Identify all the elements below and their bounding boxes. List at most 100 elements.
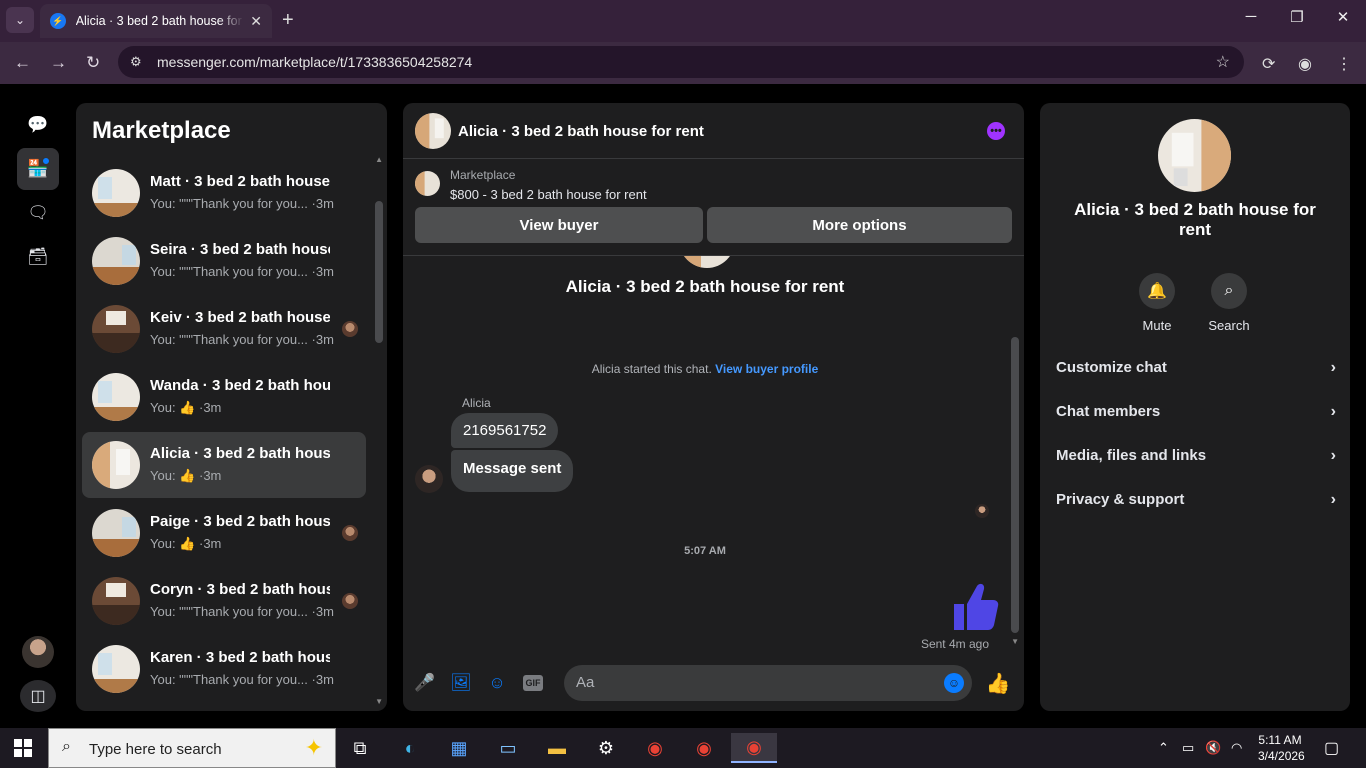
like-icon[interactable]: 👍 bbox=[986, 672, 1011, 695]
file-explorer-icon[interactable]: ▬ bbox=[537, 733, 577, 763]
row-label: Chat members bbox=[1056, 403, 1161, 420]
conversation-item[interactable]: Wanda · 3 bed 2 bath house for rent You: … bbox=[82, 364, 366, 430]
extension-icon[interactable]: ⟳ bbox=[1262, 54, 1275, 74]
conversation-item[interactable]: Coryn · 3 bed 2 bath house for rent You: … bbox=[82, 568, 366, 634]
battery-icon[interactable]: ▭ bbox=[1182, 740, 1194, 756]
chat-panel: Alicia · 3 bed 2 bath house for rent •••… bbox=[403, 103, 1024, 711]
new-tab-button[interactable]: + bbox=[282, 9, 294, 32]
scroll-down-icon[interactable]: ▼ bbox=[375, 697, 383, 706]
notifications-icon[interactable]: ▢ bbox=[1324, 738, 1339, 758]
tab-close-icon[interactable]: ✕ bbox=[250, 13, 262, 30]
more-info-icon[interactable]: ••• bbox=[987, 122, 1005, 140]
requests-icon[interactable]: 🗨 bbox=[17, 192, 59, 234]
unread-dot bbox=[42, 157, 50, 165]
photo-icon[interactable]: 🖼 bbox=[450, 672, 472, 694]
message-bubble[interactable]: Message sent bbox=[451, 450, 574, 492]
marketplace-icon[interactable]: 🏪 bbox=[17, 148, 59, 190]
conversation-name: Alicia · 3 bed 2 bath house for rent bbox=[150, 445, 330, 462]
bell-icon[interactable]: 🔔 bbox=[1139, 273, 1175, 309]
user-avatar[interactable] bbox=[22, 636, 54, 668]
chat-members-row[interactable]: Chat members › bbox=[1056, 403, 1336, 431]
copilot-sparkle-icon[interactable]: ✦ bbox=[305, 735, 323, 761]
conversation-item[interactable]: Matt · 3 bed 2 bath house for rent You: "… bbox=[82, 160, 366, 226]
profile-icon[interactable]: ◉ bbox=[1298, 54, 1312, 74]
sender-avatar[interactable] bbox=[415, 465, 443, 493]
back-arrow-icon[interactable]: ← bbox=[14, 53, 31, 73]
conversation-name: Karen · 3 bed 2 bath house for rent bbox=[150, 649, 330, 666]
clock[interactable]: 5:11 AM 3/4/2026 bbox=[1258, 732, 1305, 764]
forward-arrow-icon[interactable]: → bbox=[50, 53, 67, 73]
chrome-profile-icon[interactable]: ◉ bbox=[684, 733, 724, 763]
customize-chat-row[interactable]: Customize chat › bbox=[1056, 359, 1336, 387]
chats-icon[interactable]: 💬 bbox=[17, 104, 59, 146]
intro-title: Alicia · 3 bed 2 bath house for rent bbox=[565, 277, 845, 296]
privacy-support-row[interactable]: Privacy & support › bbox=[1056, 491, 1336, 519]
scroll-up-icon[interactable]: ▲ bbox=[375, 155, 383, 164]
site-info-icon[interactable]: ⚙ bbox=[130, 54, 142, 70]
chat-scrollbar[interactable] bbox=[1011, 337, 1019, 633]
listing-thumbnail bbox=[92, 373, 140, 421]
conversation-item[interactable]: Karen · 3 bed 2 bath house for rent You: … bbox=[82, 636, 366, 702]
row-label: Customize chat bbox=[1056, 359, 1167, 376]
app-icon[interactable]: ▭ bbox=[488, 733, 528, 763]
conversation-item[interactable]: Alicia · 3 bed 2 bath house for rent You:… bbox=[82, 432, 366, 498]
view-buyer-profile-link[interactable]: View buyer profile bbox=[715, 362, 818, 376]
bookmark-star-icon[interactable]: ☆ bbox=[1216, 52, 1230, 72]
read-receipt-avatar bbox=[975, 504, 989, 518]
search-icon[interactable]: ⌕ bbox=[1211, 273, 1247, 309]
scrollbar[interactable] bbox=[375, 201, 383, 343]
info-title: Alicia · 3 bed 2 bath house for rent bbox=[1074, 200, 1316, 239]
edge-icon[interactable]: ◐ bbox=[390, 733, 430, 763]
chat-title[interactable]: Alicia · 3 bed 2 bath house for rent bbox=[458, 123, 704, 140]
settings-icon[interactable]: ⚙ bbox=[586, 733, 626, 763]
listing-title[interactable]: $800 - 3 bed 2 bath house for rent bbox=[450, 187, 647, 202]
conversation-item[interactable]: Keiv · 3 bed 2 bath house for rent You: "… bbox=[82, 296, 366, 362]
chevron-right-icon: › bbox=[1330, 359, 1336, 376]
sticker-icon[interactable]: ☺ bbox=[486, 672, 508, 694]
search-button[interactable]: ⌕ Search bbox=[1199, 273, 1259, 333]
listing-thumbnail bbox=[92, 509, 140, 557]
conversation-name: Coryn · 3 bed 2 bath house for rent bbox=[150, 581, 330, 598]
volume-muted-icon[interactable]: 🔇 bbox=[1205, 740, 1221, 756]
task-view-icon[interactable]: ⧉ bbox=[340, 733, 380, 763]
conversation-name: Keiv · 3 bed 2 bath house for rent bbox=[150, 309, 330, 326]
windows-start-icon[interactable] bbox=[14, 739, 32, 757]
microphone-icon[interactable]: 🎤 bbox=[414, 672, 436, 694]
message-input[interactable]: Aa ☺ bbox=[564, 665, 972, 701]
window-close-button[interactable]: ✕ bbox=[1320, 8, 1366, 26]
url-text[interactable]: messenger.com/marketplace/t/173383650425… bbox=[157, 54, 472, 70]
chevron-right-icon: › bbox=[1330, 447, 1336, 464]
conversation-item[interactable]: Seira · 3 bed 2 bath house for rent You: … bbox=[82, 228, 366, 294]
listing-thumbnail bbox=[92, 305, 140, 353]
gif-icon[interactable]: GIF bbox=[523, 675, 543, 691]
scroll-down-icon[interactable]: ▼ bbox=[1011, 637, 1019, 646]
taskbar-search[interactable]: ⌕ Type here to search ✦ bbox=[48, 728, 336, 768]
more-options-button[interactable]: More options bbox=[707, 207, 1012, 243]
media-files-links-row[interactable]: Media, files and links › bbox=[1056, 447, 1336, 475]
conversation-preview: You: """Thank you for you... ·3m bbox=[150, 264, 334, 279]
restore-button[interactable]: ❐ bbox=[1274, 8, 1320, 26]
listing-thumb[interactable] bbox=[415, 171, 440, 196]
view-buyer-button[interactable]: View buyer bbox=[415, 207, 703, 243]
sidebar-toggle-icon[interactable]: ◫ bbox=[20, 680, 56, 712]
info-avatar[interactable] bbox=[1158, 119, 1231, 192]
emoji-icon[interactable]: ☺ bbox=[944, 673, 964, 693]
listing-thumbnail bbox=[92, 645, 140, 693]
archive-icon[interactable]: 🗃 bbox=[17, 236, 59, 278]
address-bar[interactable]: ⚙ messenger.com/marketplace/t/1733836504… bbox=[118, 46, 1244, 78]
reload-icon[interactable]: ↻ bbox=[86, 53, 100, 73]
browser-tab[interactable]: ⚡ Alicia · 3 bed 2 bath house for rent ✕ bbox=[40, 4, 272, 38]
chrome-active-icon[interactable]: ◉ bbox=[731, 733, 777, 763]
like-sticker-icon[interactable] bbox=[948, 580, 1002, 634]
store-icon[interactable]: ▦ bbox=[439, 733, 479, 763]
chrome-icon[interactable]: ◉ bbox=[635, 733, 675, 763]
chat-avatar[interactable] bbox=[415, 113, 451, 149]
browser-menu-icon[interactable]: ⋮ bbox=[1336, 54, 1352, 74]
conversation-item[interactable]: Paige · 3 bed 2 bath house for rent You: … bbox=[82, 500, 366, 566]
tab-search-button[interactable]: ⌄ bbox=[6, 7, 34, 33]
wifi-icon[interactable]: ◠ bbox=[1231, 740, 1242, 756]
mute-button[interactable]: 🔔 Mute bbox=[1127, 273, 1187, 333]
tray-chevron-icon[interactable]: ⌃ bbox=[1158, 740, 1169, 756]
minimize-button[interactable]: ─ bbox=[1228, 8, 1274, 25]
message-bubble[interactable]: 2169561752 bbox=[451, 413, 559, 448]
